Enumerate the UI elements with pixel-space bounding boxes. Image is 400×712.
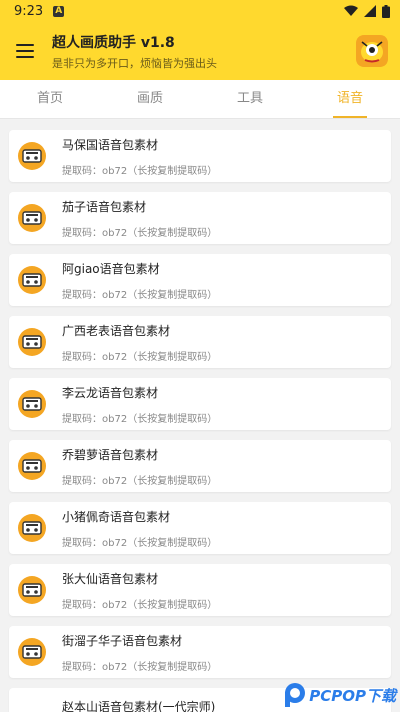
voice-pack-list[interactable]: 马保国语音包素材 提取码：ob72（长按复制提取码） 茄子语音包素材 提取码：o… — [0, 118, 400, 712]
watermark-text: PCPOP下载 — [309, 686, 396, 705]
pcpop-logo-icon — [285, 683, 306, 707]
list-item[interactable]: 张大仙语音包素材 提取码：ob72（长按复制提取码） — [9, 564, 391, 616]
hamburger-menu-icon[interactable] — [16, 44, 34, 58]
item-code[interactable]: 提取码：ob72（长按复制提取码） — [62, 534, 217, 549]
list-item[interactable]: 乔碧萝语音包素材 提取码：ob72（长按复制提取码） — [9, 440, 391, 492]
item-code[interactable]: 提取码：ob72（长按复制提取码） — [62, 472, 217, 487]
item-title: 李云龙语音包素材 — [62, 385, 159, 400]
item-code[interactable]: 提取码：ob72（长按复制提取码） — [62, 286, 217, 301]
item-title: 张大仙语音包素材 — [62, 571, 159, 586]
item-code[interactable]: 提取码：ob72（长按复制提取码） — [62, 162, 217, 177]
cassette-tape-icon — [18, 204, 46, 232]
tab-voice[interactable]: 语音 — [300, 80, 400, 118]
item-title: 广西老表语音包素材 — [62, 323, 171, 338]
tab-quality[interactable]: 画质 — [100, 80, 200, 118]
item-code[interactable]: 提取码：ob72（长按复制提取码） — [62, 410, 217, 425]
list-item[interactable]: 李云龙语音包素材 提取码：ob72（长按复制提取码） — [9, 378, 391, 430]
list-item[interactable]: 茄子语音包素材 提取码：ob72（长按复制提取码） — [9, 192, 391, 244]
cassette-tape-icon — [18, 452, 46, 480]
list-item[interactable]: 马保国语音包素材 提取码：ob72（长按复制提取码） — [9, 130, 391, 182]
tab-tools[interactable]: 工具 — [200, 80, 300, 118]
app-subtitle: 是非只为多开口，烦恼皆为强出头 — [52, 56, 217, 70]
battery-icon — [382, 4, 390, 18]
cassette-tape-icon — [18, 390, 46, 418]
cassette-tape-icon — [18, 576, 46, 604]
item-title: 赵本山语音包素材(一代宗师) — [62, 700, 216, 712]
tab-bar: 首页 画质 工具 语音 — [0, 80, 400, 119]
item-title: 小猪佩奇语音包素材 — [62, 509, 171, 524]
app-title: 超人画质助手 v1.8 — [52, 34, 175, 51]
signal-icon — [364, 5, 376, 17]
status-time: 9:23 — [14, 3, 44, 19]
list-item[interactable]: 广西老表语音包素材 提取码：ob72（长按复制提取码） — [9, 316, 391, 368]
cassette-tape-icon — [18, 514, 46, 542]
list-item[interactable]: 小猪佩奇语音包素材 提取码：ob72（长按复制提取码） — [9, 502, 391, 554]
item-title: 街溜子华子语音包素材 — [62, 633, 183, 648]
item-title: 马保国语音包素材 — [62, 137, 159, 152]
notification-icon: A — [53, 5, 65, 17]
item-title: 茄子语音包素材 — [62, 199, 147, 214]
status-bar: 9:23 A — [0, 0, 400, 22]
cassette-tape-icon — [18, 266, 46, 294]
item-code[interactable]: 提取码：ob72（长按复制提取码） — [62, 348, 217, 363]
header-title-group: 超人画质助手 v1.8 是非只为多开口，烦恼皆为强出头 — [52, 32, 356, 71]
cassette-tape-icon — [18, 638, 46, 666]
item-title: 阿giao语音包素材 — [62, 261, 160, 276]
mascot-avatar-icon[interactable] — [356, 35, 388, 67]
item-code[interactable]: 提取码：ob72（长按复制提取码） — [62, 596, 217, 611]
tab-home[interactable]: 首页 — [0, 80, 100, 118]
item-title: 乔碧萝语音包素材 — [62, 447, 159, 462]
item-code[interactable]: 提取码：ob72（长按复制提取码） — [62, 224, 217, 239]
cassette-tape-icon — [18, 142, 46, 170]
app-header: 超人画质助手 v1.8 是非只为多开口，烦恼皆为强出头 — [0, 22, 400, 80]
list-item[interactable]: 街溜子华子语音包素材 提取码：ob72（长按复制提取码） — [9, 626, 391, 678]
item-code[interactable]: 提取码：ob72（长按复制提取码） — [62, 658, 217, 673]
watermark: PCPOP下载 — [284, 682, 396, 708]
cassette-tape-icon — [18, 328, 46, 356]
list-item[interactable]: 阿giao语音包素材 提取码：ob72（长按复制提取码） — [9, 254, 391, 306]
wifi-icon — [344, 5, 358, 16]
